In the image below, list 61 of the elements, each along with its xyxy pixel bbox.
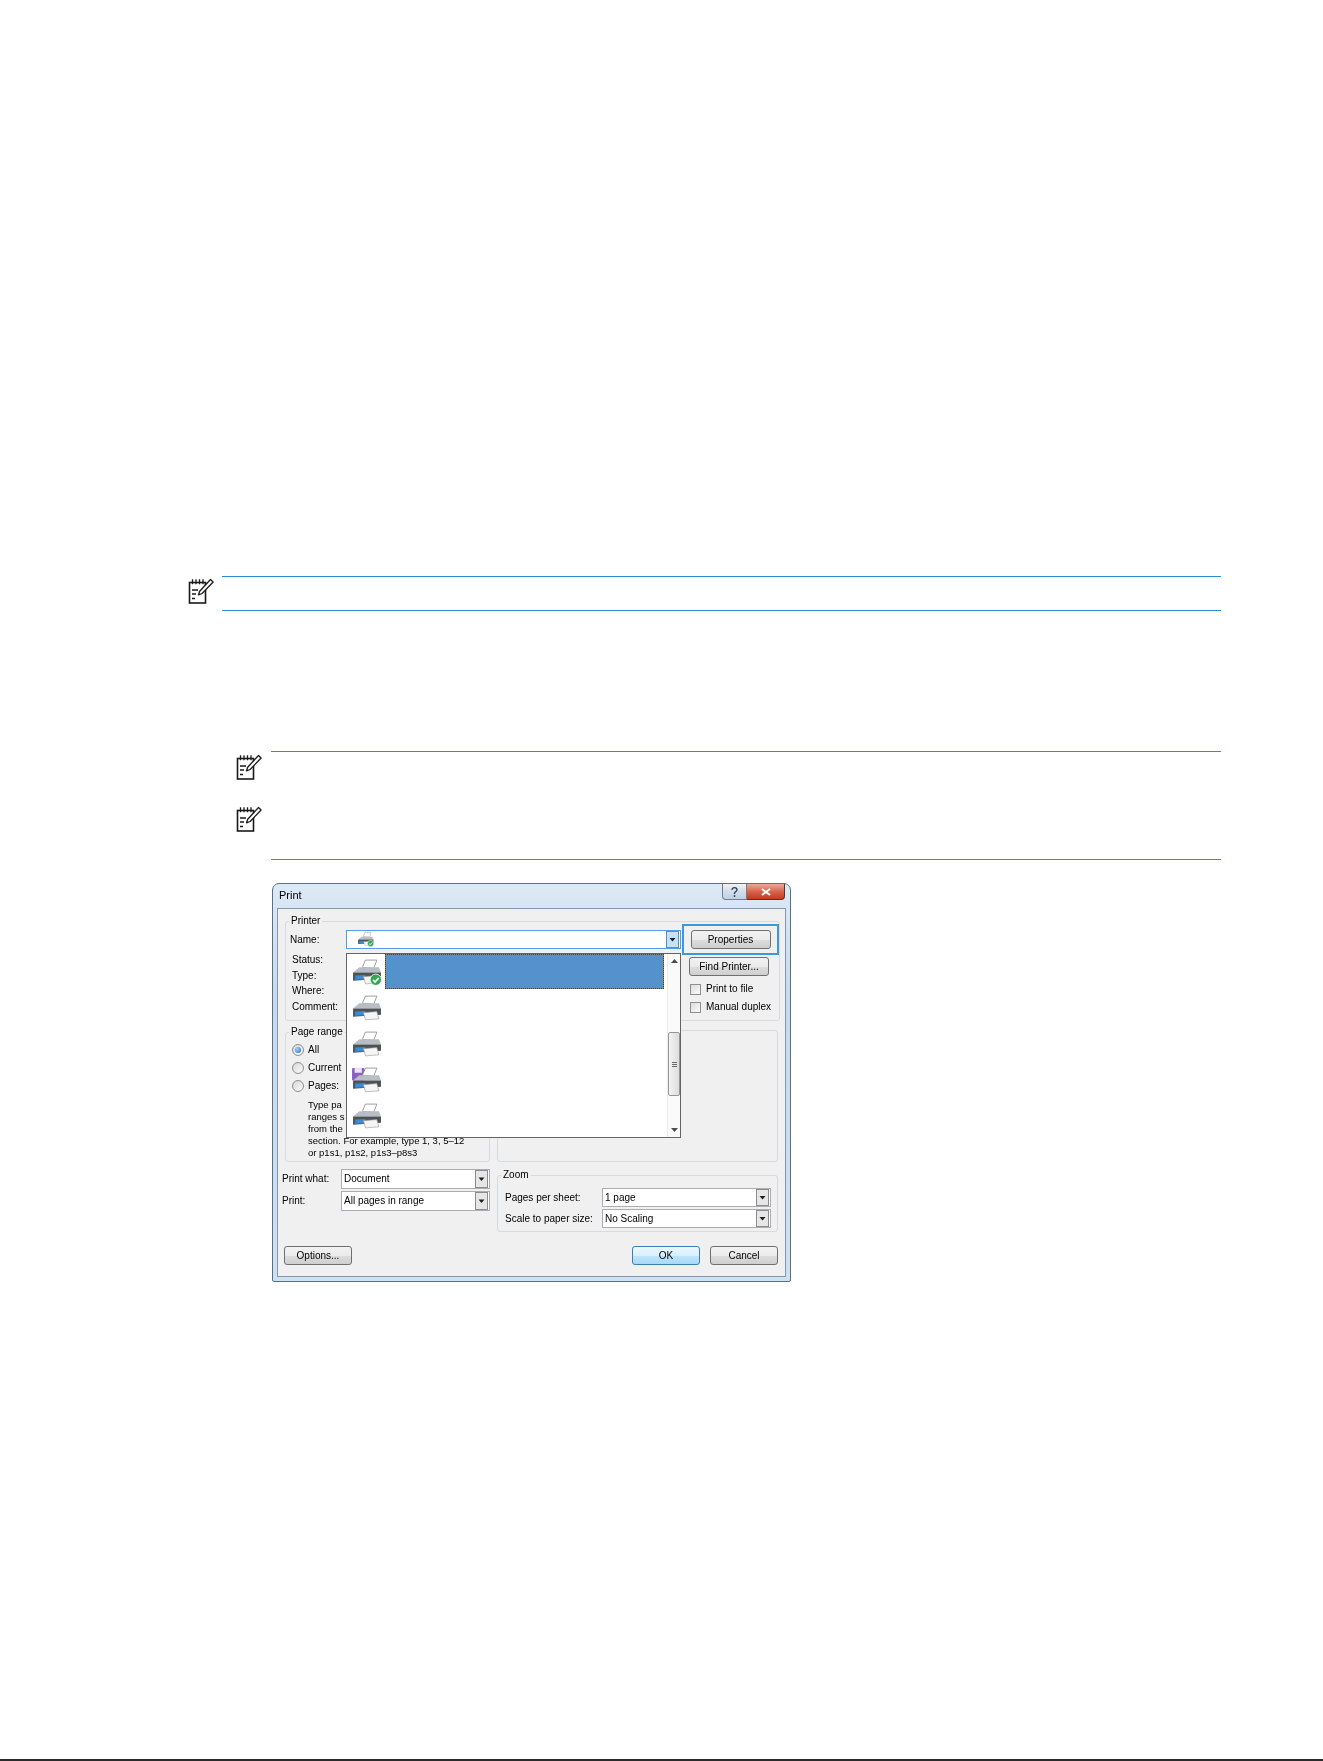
- note-icon: [236, 806, 262, 832]
- printer-disk-icon: [351, 1066, 382, 1094]
- help-text: Type pa: [308, 1099, 342, 1111]
- radio-button[interactable]: [292, 1062, 304, 1074]
- dialog-title: Print: [279, 889, 302, 902]
- checkbox-label: Print to file: [706, 983, 754, 995]
- printer-icon: [351, 994, 382, 1022]
- scroll-up-arrow-icon: [670, 959, 678, 963]
- printer-check-icon: [357, 932, 374, 947]
- group-label: Page range: [290, 1026, 344, 1038]
- field-label: Where:: [292, 984, 325, 998]
- checkbox[interactable]: [690, 983, 701, 995]
- help-text: or p1s1, p1s2, p1s3–p8s3: [308, 1147, 418, 1159]
- options-button[interactable]: Options...: [284, 1246, 352, 1265]
- radio-label: Current: [308, 1062, 342, 1074]
- dropdown-caret-icon: [475, 1170, 488, 1188]
- properties-button[interactable]: Properties: [690, 930, 771, 949]
- close-button[interactable]: [747, 884, 785, 900]
- checkbox[interactable]: [690, 1001, 701, 1013]
- field-label: Type:: [292, 968, 317, 983]
- field-label: Scale to paper size:: [505, 1212, 594, 1225]
- checkbox-label: Manual duplex: [706, 1001, 772, 1013]
- field-label: Name:: [290, 933, 321, 946]
- scale-dropdown[interactable]: No Scaling: [602, 1209, 771, 1228]
- printer-name-dropdown[interactable]: [346, 930, 681, 949]
- ok-button[interactable]: OK: [632, 1246, 700, 1265]
- help-text: from the: [308, 1123, 343, 1135]
- scrollbar[interactable]: [667, 954, 680, 1137]
- dropdown-caret-icon: [666, 931, 679, 948]
- help-icon: [731, 886, 738, 897]
- group-label: Zoom: [502, 1169, 530, 1181]
- group-label: Printer: [290, 915, 322, 927]
- print-what-dropdown[interactable]: Document: [341, 1169, 490, 1189]
- radio-button[interactable]: [292, 1044, 304, 1056]
- find-printer-button[interactable]: Find Printer...: [689, 957, 769, 976]
- dropdown-caret-icon: [475, 1192, 488, 1210]
- field-label: Pages per sheet:: [505, 1191, 582, 1204]
- field-label: Print what:: [282, 1173, 331, 1185]
- printer-icon: [351, 1030, 382, 1058]
- cancel-button[interactable]: Cancel: [710, 1246, 778, 1265]
- radio-label: Pages:: [308, 1080, 340, 1092]
- scrollbar-thumb[interactable]: [668, 1032, 680, 1096]
- note-icon: [236, 754, 262, 780]
- field-label: Comment:: [292, 999, 339, 1014]
- close-icon: [760, 887, 771, 896]
- dropdown-caret-icon: [756, 1189, 769, 1206]
- grip-icon: [671, 1061, 677, 1067]
- printer-icon: [351, 1102, 382, 1130]
- print-dropdown[interactable]: All pages in range: [341, 1191, 490, 1211]
- field-label: Status:: [292, 953, 324, 967]
- scroll-down-arrow-icon: [670, 1128, 678, 1132]
- help-button[interactable]: [722, 884, 747, 900]
- radio-button[interactable]: [292, 1080, 304, 1092]
- note-icon: [188, 578, 214, 604]
- field-label: Print:: [282, 1195, 307, 1207]
- help-text: ranges s: [308, 1111, 345, 1123]
- radio-label: All: [308, 1044, 320, 1056]
- printer-check-icon: [351, 958, 382, 986]
- pages-per-sheet-dropdown[interactable]: 1 page: [602, 1188, 771, 1207]
- dropdown-caret-icon: [756, 1210, 769, 1227]
- help-text: section. For example, type 1, 3, 5–12: [308, 1135, 465, 1147]
